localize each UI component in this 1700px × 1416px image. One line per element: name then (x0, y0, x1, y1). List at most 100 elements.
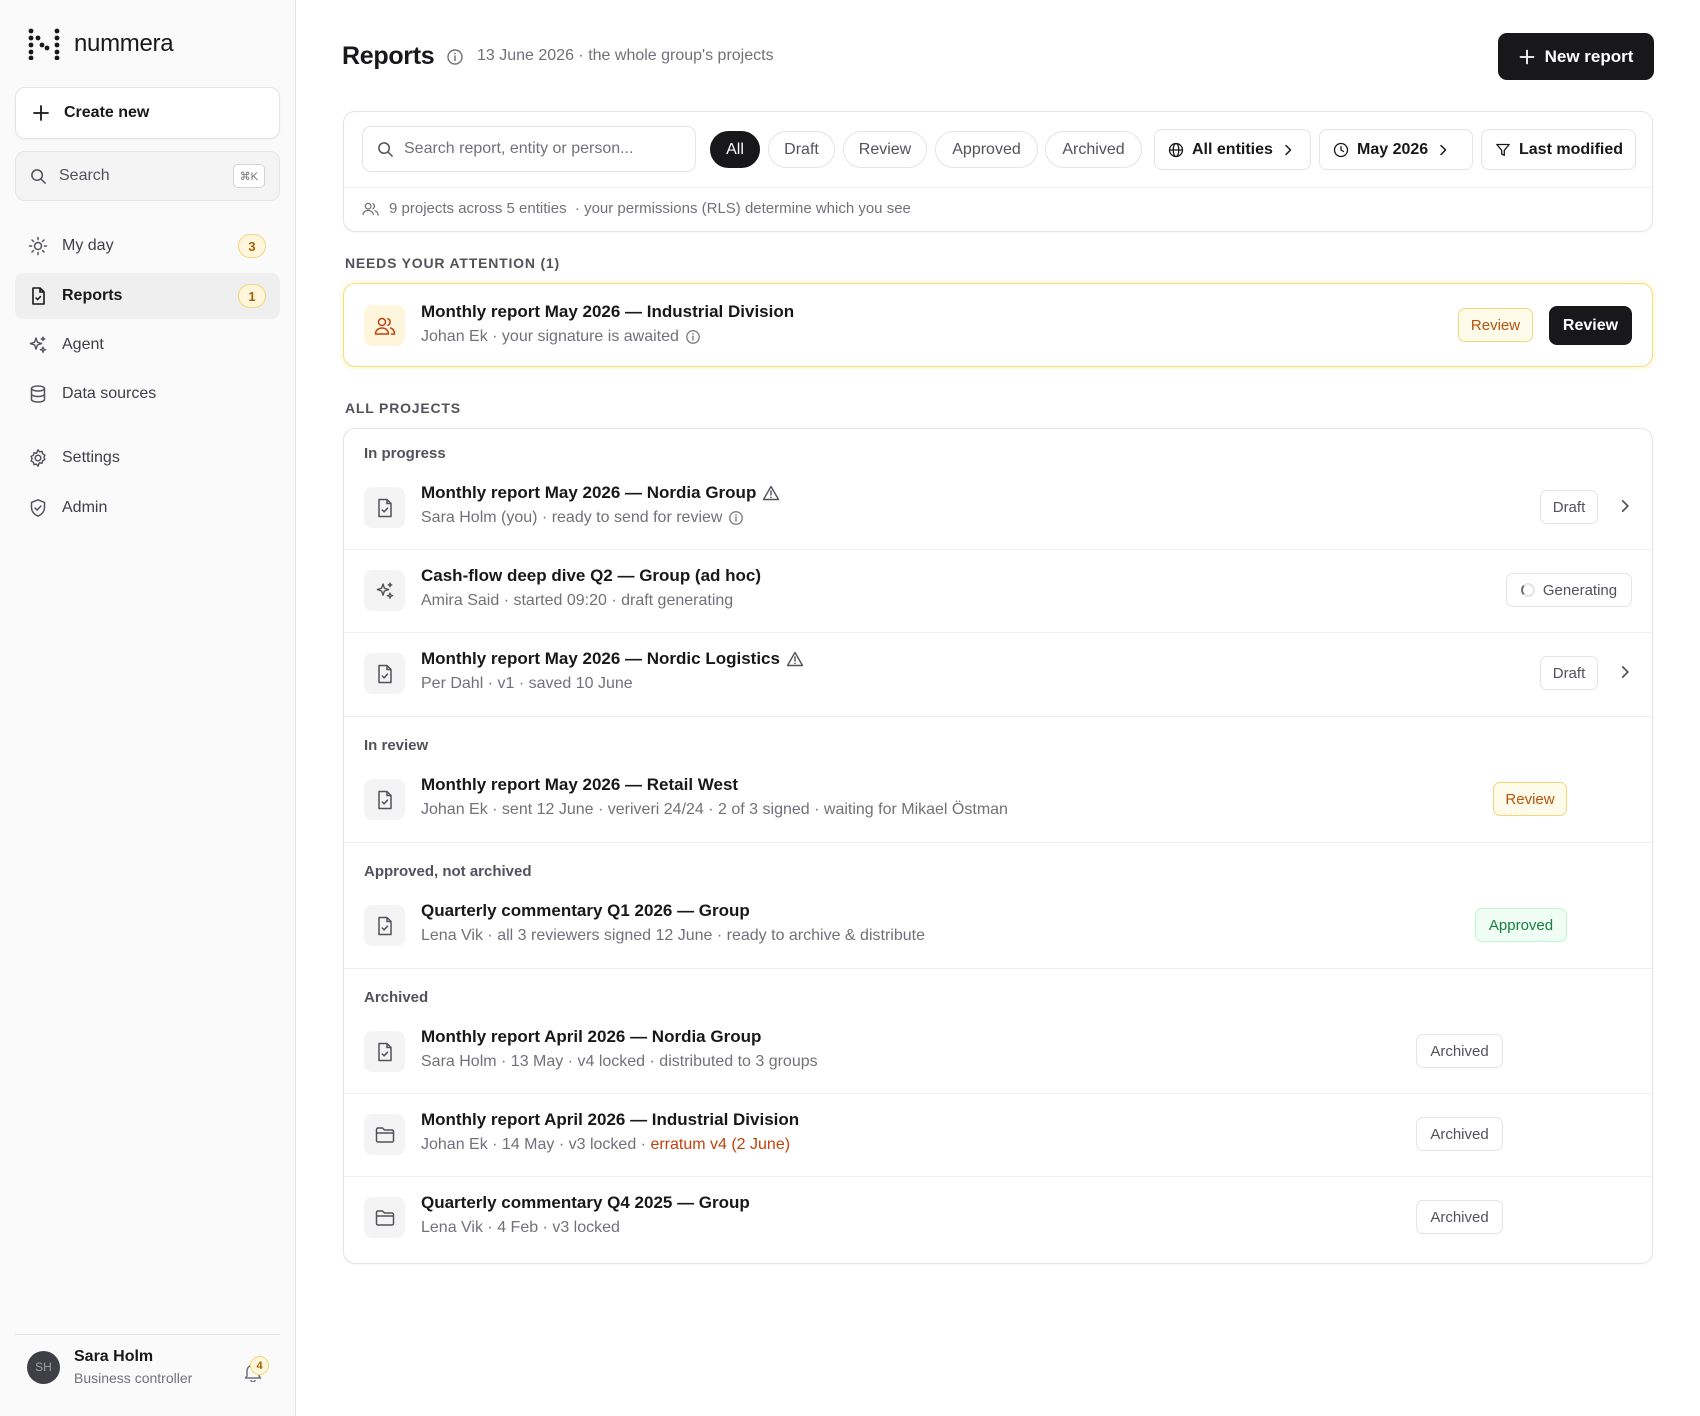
user-role: Business controller (74, 1370, 193, 1386)
row-title: Monthly report May 2026 — Nordia Group (421, 483, 757, 502)
group-label: Archived (364, 989, 429, 1006)
status-badge: Approved (1475, 908, 1567, 942)
user-profile[interactable]: SH Sara Holm Business controller (27, 1348, 192, 1386)
row-subtitle: Sara Holm · 13 May · v4 locked · distrib… (421, 1053, 818, 1070)
new-report-label: New report (1544, 46, 1634, 66)
row-subtitle-line: Sara Holm (you) · ready to send for revi… (421, 509, 780, 527)
info-icon[interactable] (728, 510, 744, 526)
row-icon-box (364, 487, 405, 528)
sidebar-item-reports[interactable]: Reports 1 (15, 273, 280, 319)
projects-list: In progress Monthly report May 2026 — No… (343, 428, 1653, 1264)
group-label: In progress (364, 445, 446, 462)
search-input[interactable] (404, 140, 684, 158)
list-item[interactable]: Cash-flow deep dive Q2 — Group (ad hoc) … (344, 550, 1652, 633)
entities-label: All entities (1192, 140, 1273, 158)
count-badge: 3 (238, 234, 266, 258)
list-item[interactable]: Quarterly commentary Q1 2026 — Group Len… (344, 885, 1652, 968)
list-item[interactable]: Quarterly commentary Q4 2025 — Group Len… (344, 1177, 1652, 1260)
filter-chip-archived[interactable]: Archived (1045, 131, 1142, 168)
status-badge: Archived (1416, 1200, 1503, 1234)
sort-label: Last modified (1519, 140, 1624, 158)
list-item[interactable]: Monthly report May 2026 — Retail West Jo… (344, 759, 1652, 842)
filter-chip-review[interactable]: Review (843, 131, 927, 168)
row-icon-box (364, 905, 405, 946)
sidebar-item-data-sources[interactable]: Data sources (15, 371, 280, 417)
group-label: In review (364, 737, 429, 754)
filter-chip-all[interactable]: All (710, 131, 760, 168)
filter-chip-approved[interactable]: Approved (935, 131, 1038, 168)
sparkles-icon (376, 581, 393, 599)
database-icon (30, 385, 46, 403)
period-dropdown[interactable]: May 2026 (1319, 129, 1473, 170)
review-button[interactable]: Review (1549, 306, 1632, 345)
notification-badge: 4 (250, 1356, 269, 1375)
brand-logo[interactable]: nummera (28, 28, 174, 60)
list-item[interactable]: Monthly report April 2026 — Nordia Group… (344, 1011, 1652, 1094)
entities-dropdown[interactable]: All entities (1154, 129, 1311, 170)
report-search[interactable] (362, 126, 696, 172)
sidebar-item-label: Data sources (62, 385, 157, 402)
row-icon-box (364, 653, 405, 694)
chevron-right-icon[interactable] (1617, 498, 1633, 514)
sidebar-item-my-day[interactable]: My day 3 (15, 223, 280, 269)
sparkles-icon (29, 336, 47, 353)
sidebar-item-admin[interactable]: Admin (15, 485, 280, 531)
row-title: Monthly report April 2026 — Nordia Group (421, 1027, 762, 1046)
chevron-right-icon[interactable] (1617, 664, 1633, 680)
sidebar-search[interactable]: Search ⌘K (15, 151, 280, 201)
row-subtitle: Johan Ek · sent 12 June · veriveri 24/24… (421, 801, 1008, 818)
new-report-button[interactable]: New report (1498, 33, 1654, 80)
erratum-link[interactable]: erratum v4 (2 June) (650, 1136, 790, 1154)
filter-chip-draft[interactable]: Draft (768, 131, 835, 168)
row-title: Quarterly commentary Q4 2025 — Group (421, 1193, 750, 1212)
attention-section-label: NEEDS YOUR ATTENTION (1) (345, 255, 560, 271)
projects-summary-text: 9 projects across 5 entities · your perm… (389, 200, 911, 217)
row-title-line: Monthly report May 2026 — Nordia Group (421, 483, 780, 503)
divider (344, 968, 1652, 969)
document-check-icon (377, 498, 392, 517)
sidebar-item-label: Agent (62, 336, 104, 353)
attention-text: Monthly report May 2026 — Industrial Div… (421, 302, 794, 346)
divider (15, 1334, 280, 1335)
attention-card[interactable]: Monthly report May 2026 — Industrial Div… (343, 283, 1653, 367)
sidebar-item-agent[interactable]: Agent (15, 322, 280, 368)
sidebar: nummera Create new Search ⌘K My day 3 Re… (0, 0, 296, 1416)
period-label: May 2026 (1357, 140, 1429, 158)
user-name: Sara Holm (74, 1348, 154, 1365)
chevron-right-icon (1440, 144, 1447, 155)
loading-spinner-icon (1520, 583, 1535, 597)
brand-name: nummera (74, 30, 174, 57)
row-text: Monthly report April 2026 — Nordia Group… (421, 1027, 818, 1071)
status-badge: Archived (1416, 1117, 1503, 1151)
row-icon-box (364, 1031, 405, 1072)
info-icon[interactable] (685, 329, 701, 345)
create-new-button[interactable]: Create new (15, 87, 280, 139)
attention-subtitle: Johan Ek · your signature is awaited (421, 328, 679, 345)
row-text: Monthly report April 2026 — Industrial D… (421, 1110, 799, 1154)
list-item[interactable]: Monthly report April 2026 — Industrial D… (344, 1094, 1652, 1177)
document-check-icon (377, 664, 392, 683)
sidebar-item-settings[interactable]: Settings (15, 435, 280, 481)
gear-icon (30, 449, 46, 467)
status-badge-label: Generating (1542, 581, 1618, 599)
plus-icon (33, 105, 49, 121)
document-check-icon (377, 1042, 392, 1061)
sort-dropdown[interactable]: Last modified (1481, 129, 1636, 170)
row-text: Cash-flow deep dive Q2 — Group (ad hoc) … (421, 566, 761, 610)
list-item[interactable]: Monthly report May 2026 — Nordia Group S… (344, 467, 1652, 550)
projects-summary: 9 projects across 5 entities · your perm… (362, 200, 911, 217)
count-badge: 1 (238, 284, 266, 308)
divider (344, 716, 1652, 717)
status-badge: Archived (1416, 1034, 1503, 1068)
search-icon (378, 141, 393, 157)
folder-icon (375, 1209, 394, 1226)
nummera-logo-icon (28, 28, 60, 60)
list-item[interactable]: Monthly report May 2026 — Nordic Logisti… (344, 633, 1652, 716)
warning-icon (763, 485, 780, 501)
info-icon[interactable] (446, 48, 464, 66)
row-subtitle: Sara Holm (you) · ready to send for revi… (421, 509, 723, 526)
divider (344, 187, 1652, 188)
row-subtitle: Lena Vik · 4 Feb · v3 locked (421, 1219, 620, 1236)
avatar: SH (27, 1350, 60, 1384)
filter-bar: All Draft Review Approved Archived All e… (343, 111, 1653, 232)
